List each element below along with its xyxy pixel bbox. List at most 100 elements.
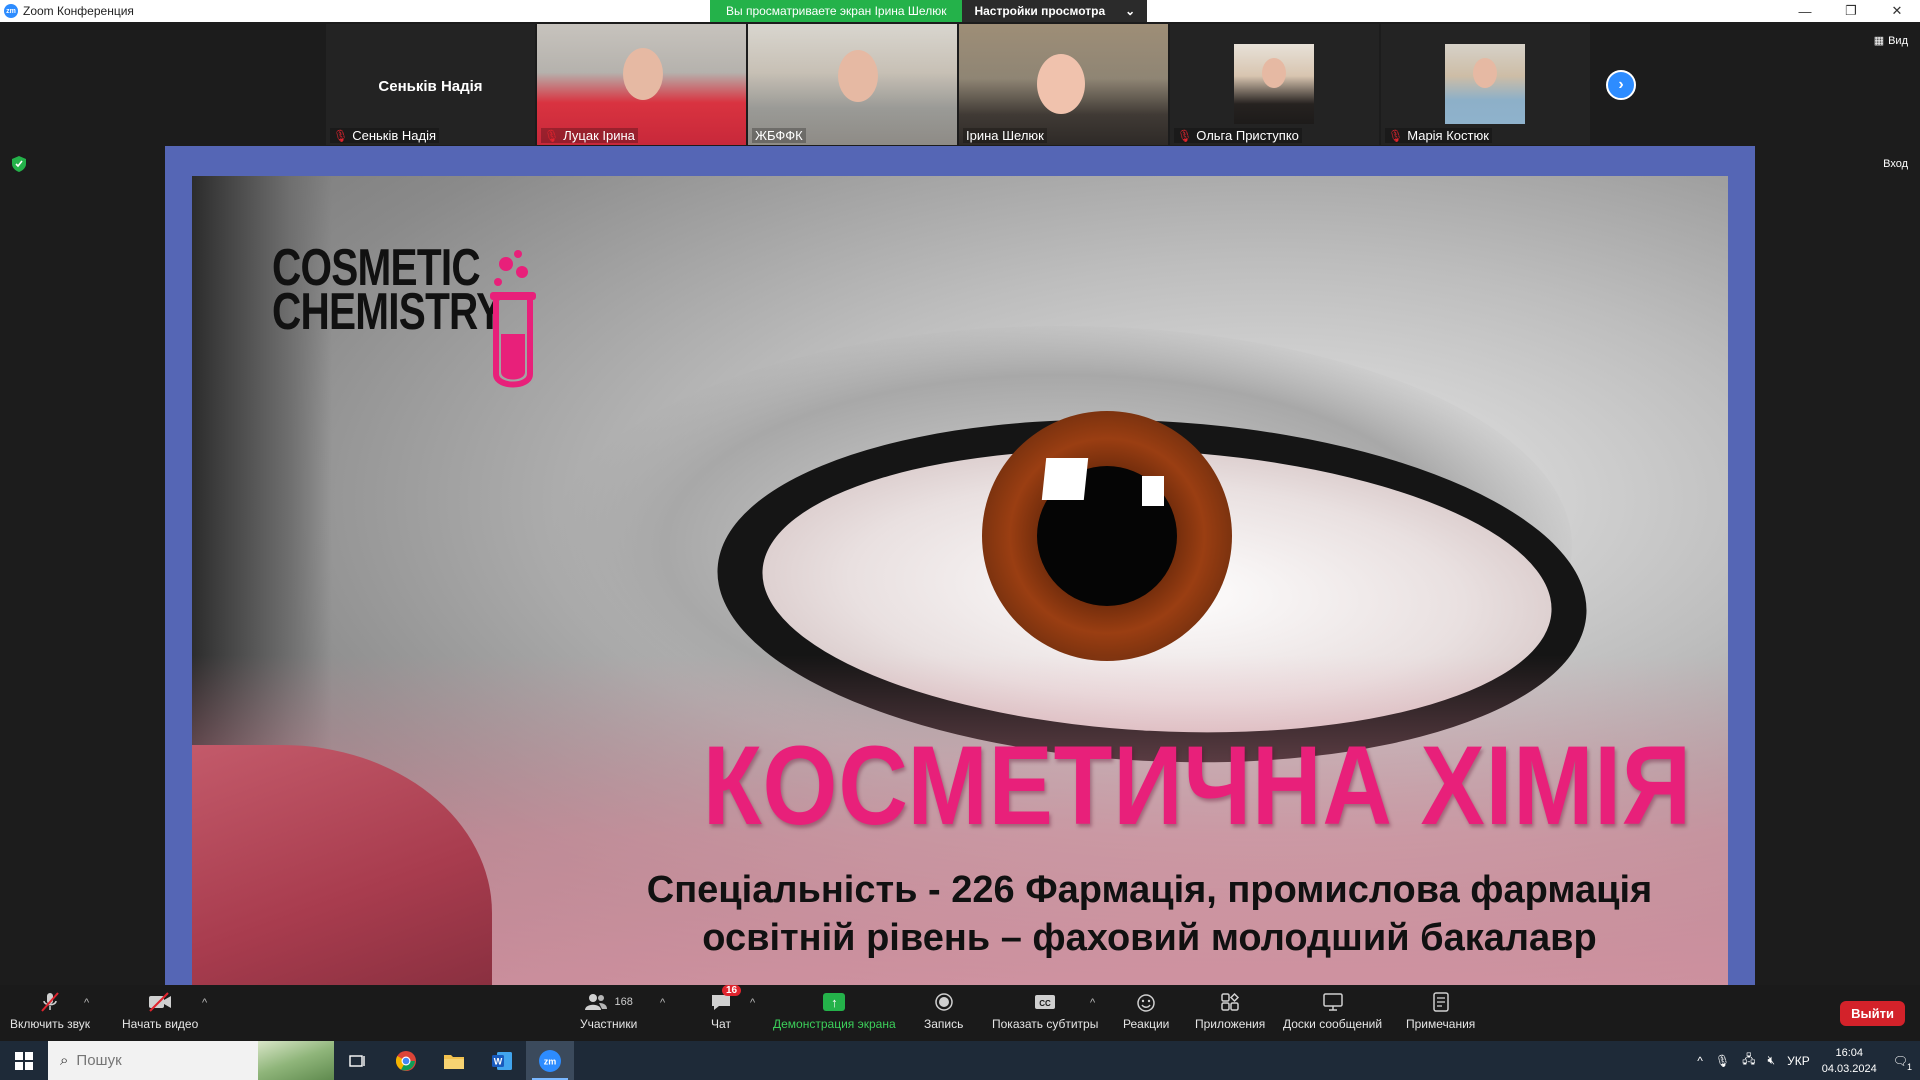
share-screen-icon-wrap: ↑ xyxy=(823,991,846,1013)
view-settings-button[interactable]: Настройки просмотра ⌄ xyxy=(962,0,1148,22)
microphone-icon[interactable]: 🎙︎ xyxy=(1715,1054,1730,1068)
logo-text-line2: CHEMISTRY xyxy=(272,283,503,341)
enter-label: Вход xyxy=(1883,158,1908,170)
video-off-icon xyxy=(147,991,173,1013)
taskbar-search-input[interactable] xyxy=(76,1052,227,1069)
speaker-muted-icon[interactable]: 🔇︎ xyxy=(1768,1053,1776,1068)
windows-logo-icon xyxy=(15,1051,33,1070)
file-explorer-taskbar-app[interactable] xyxy=(430,1041,478,1080)
mic-muted-icon: 🎙︎ xyxy=(333,128,349,143)
participant-label: 🎙︎ Сенькiв Надiя xyxy=(330,128,440,143)
participant-tile-active-speaker[interactable]: Ірина Шелюк xyxy=(959,24,1168,145)
notifications-count: 1 xyxy=(1906,1061,1912,1072)
chrome-taskbar-app[interactable] xyxy=(382,1041,430,1080)
language-indicator[interactable]: УКР xyxy=(1787,1054,1810,1068)
slide-subtitle-line2: освітній рівень – фаховий молодший бакал… xyxy=(702,917,1597,959)
mic-muted-icon: 🎙︎ xyxy=(544,128,560,143)
reactions-label: Реакции xyxy=(1123,1017,1170,1031)
audio-options-caret[interactable]: ^ xyxy=(84,997,89,1009)
chevron-up-icon[interactable]: ^ xyxy=(1697,1054,1703,1068)
video-options-caret[interactable]: ^ xyxy=(202,997,207,1009)
record-button[interactable]: Запись xyxy=(924,991,963,1031)
notes-button[interactable]: Примечания xyxy=(1406,991,1475,1031)
apps-button[interactable]: Приложения xyxy=(1195,991,1265,1031)
clock-time: 16:04 xyxy=(1835,1046,1863,1059)
participant-tile[interactable]: ЖБФФК xyxy=(748,24,957,145)
captions-options-caret[interactable]: ^ xyxy=(1090,997,1095,1009)
minimize-button[interactable]: — xyxy=(1782,0,1828,22)
notification-icon: 🗨︎ xyxy=(1892,1053,1908,1068)
participants-icon: 168 xyxy=(584,991,633,1013)
next-page-button[interactable]: › xyxy=(1606,70,1636,100)
share-screen-button[interactable]: ↑ Демонстрация экрана xyxy=(773,991,896,1031)
test-tube-icon xyxy=(490,250,536,388)
chat-label: Чат xyxy=(711,1017,731,1031)
unmute-label: Включить звук xyxy=(10,1017,91,1031)
participant-strip: Сенькiв Надiя 🎙︎ Сенькiв Надiя 🎙︎ Луцак … xyxy=(326,24,1590,145)
restore-button[interactable]: ❐ xyxy=(1828,0,1874,22)
shared-screen: COSMETIC CHEMISTRY КОСМЕТИЧНА ХІМІЯ Спец… xyxy=(165,146,1755,985)
notes-label: Примечания xyxy=(1406,1017,1476,1031)
view-button[interactable]: ▦ Вид xyxy=(1874,34,1908,48)
shield-icon[interactable] xyxy=(12,156,26,172)
chat-options-caret[interactable]: ^ xyxy=(750,997,755,1009)
leave-meeting-button[interactable]: Выйти xyxy=(1840,1001,1905,1026)
zoom-taskbar-app[interactable]: zm xyxy=(526,1041,574,1080)
reactions-button[interactable]: Реакции xyxy=(1123,991,1169,1031)
record-label: Запись xyxy=(924,1017,964,1031)
folder-icon xyxy=(444,1054,464,1069)
meeting-toolbar: Включить звук ^ Начать видео ^ 168 Участ… xyxy=(0,985,1920,1041)
clock-date: 04.03.2024 xyxy=(1821,1062,1877,1075)
window-title: Zoom Конференция xyxy=(23,4,134,18)
eye-highlight xyxy=(1041,458,1089,500)
whiteboards-label: Доски сообщений xyxy=(1283,1017,1383,1031)
word-icon: W xyxy=(492,1051,512,1070)
show-captions-button[interactable]: CC Показать субтитры xyxy=(992,991,1098,1031)
mic-off-icon xyxy=(39,991,61,1013)
whiteboards-button[interactable]: Доски сообщений xyxy=(1283,991,1382,1031)
participant-name: Ольга Приступко xyxy=(1196,128,1299,143)
close-button[interactable]: ✕ xyxy=(1874,0,1920,22)
zoom-app-icon: zm xyxy=(539,1049,561,1072)
participant-label: 🎙︎ Луцак Ірина xyxy=(541,128,638,143)
show-captions-label: Показать субтитры xyxy=(992,1017,1099,1031)
taskbar-search[interactable]: ⌕ xyxy=(48,1041,334,1080)
taskbar-clock[interactable]: 16:04 04.03.2024 xyxy=(1822,1045,1877,1077)
participant-label: 🎙︎ Ольга Приступко xyxy=(1174,128,1302,143)
word-taskbar-app[interactable]: W xyxy=(478,1041,526,1080)
participants-options-caret[interactable]: ^ xyxy=(660,997,665,1009)
task-view-button[interactable] xyxy=(334,1041,382,1080)
slide-subtitle: Спеціальність - 226 Фармація, промислова… xyxy=(192,866,1687,962)
view-settings-label: Настройки просмотра xyxy=(974,4,1106,18)
participant-label: 🎙︎ Марія Костюк xyxy=(1385,128,1492,143)
slide-title: КОСМЕТИЧНА ХІМІЯ xyxy=(702,723,1692,848)
mic-muted-icon: 🎙︎ xyxy=(1388,128,1404,143)
start-video-button[interactable]: Начать видео xyxy=(122,991,198,1031)
chat-icon: 16 xyxy=(710,985,742,1013)
participants-button[interactable]: 168 Участники xyxy=(580,991,637,1031)
participants-label: Участники xyxy=(580,1017,638,1031)
participant-face xyxy=(1473,58,1497,88)
participant-tile[interactable]: Сенькiв Надiя 🎙︎ Сенькiв Надiя xyxy=(326,24,535,145)
chat-button[interactable]: 16 Чат xyxy=(710,985,742,1031)
participant-name: Марія Костюк xyxy=(1407,128,1489,143)
chat-unread-badge: 16 xyxy=(722,985,742,996)
mic-muted-icon: 🎙︎ xyxy=(1177,128,1193,143)
search-highlight-image xyxy=(258,1041,334,1080)
svg-text:CC: CC xyxy=(1039,999,1051,1008)
notifications-button[interactable]: 🗨︎ 1 xyxy=(1892,1053,1912,1072)
windows-start-button[interactable] xyxy=(0,1041,48,1080)
participant-face xyxy=(838,50,878,102)
slide-subtitle-line1: Спеціальність - 226 Фармація, промислова… xyxy=(646,869,1653,911)
unmute-button[interactable]: Включить звук xyxy=(10,991,90,1031)
apps-icon xyxy=(1220,991,1240,1013)
participant-tile[interactable]: 🎙︎ Ольга Приступко xyxy=(1170,24,1379,145)
cosmetic-chemistry-logo: COSMETIC CHEMISTRY xyxy=(272,242,567,388)
participants-count: 168 xyxy=(614,996,633,1008)
participant-tile[interactable]: 🎙︎ Луцак Ірина xyxy=(537,24,746,145)
share-screen-icon: ↑ xyxy=(823,993,846,1011)
participant-label: Ірина Шелюк xyxy=(963,128,1047,143)
participant-face xyxy=(1037,54,1085,114)
participant-tile[interactable]: 🎙︎ Марія Костюк xyxy=(1381,24,1590,145)
network-icon[interactable]: 🖧︎ xyxy=(1742,1050,1755,1071)
